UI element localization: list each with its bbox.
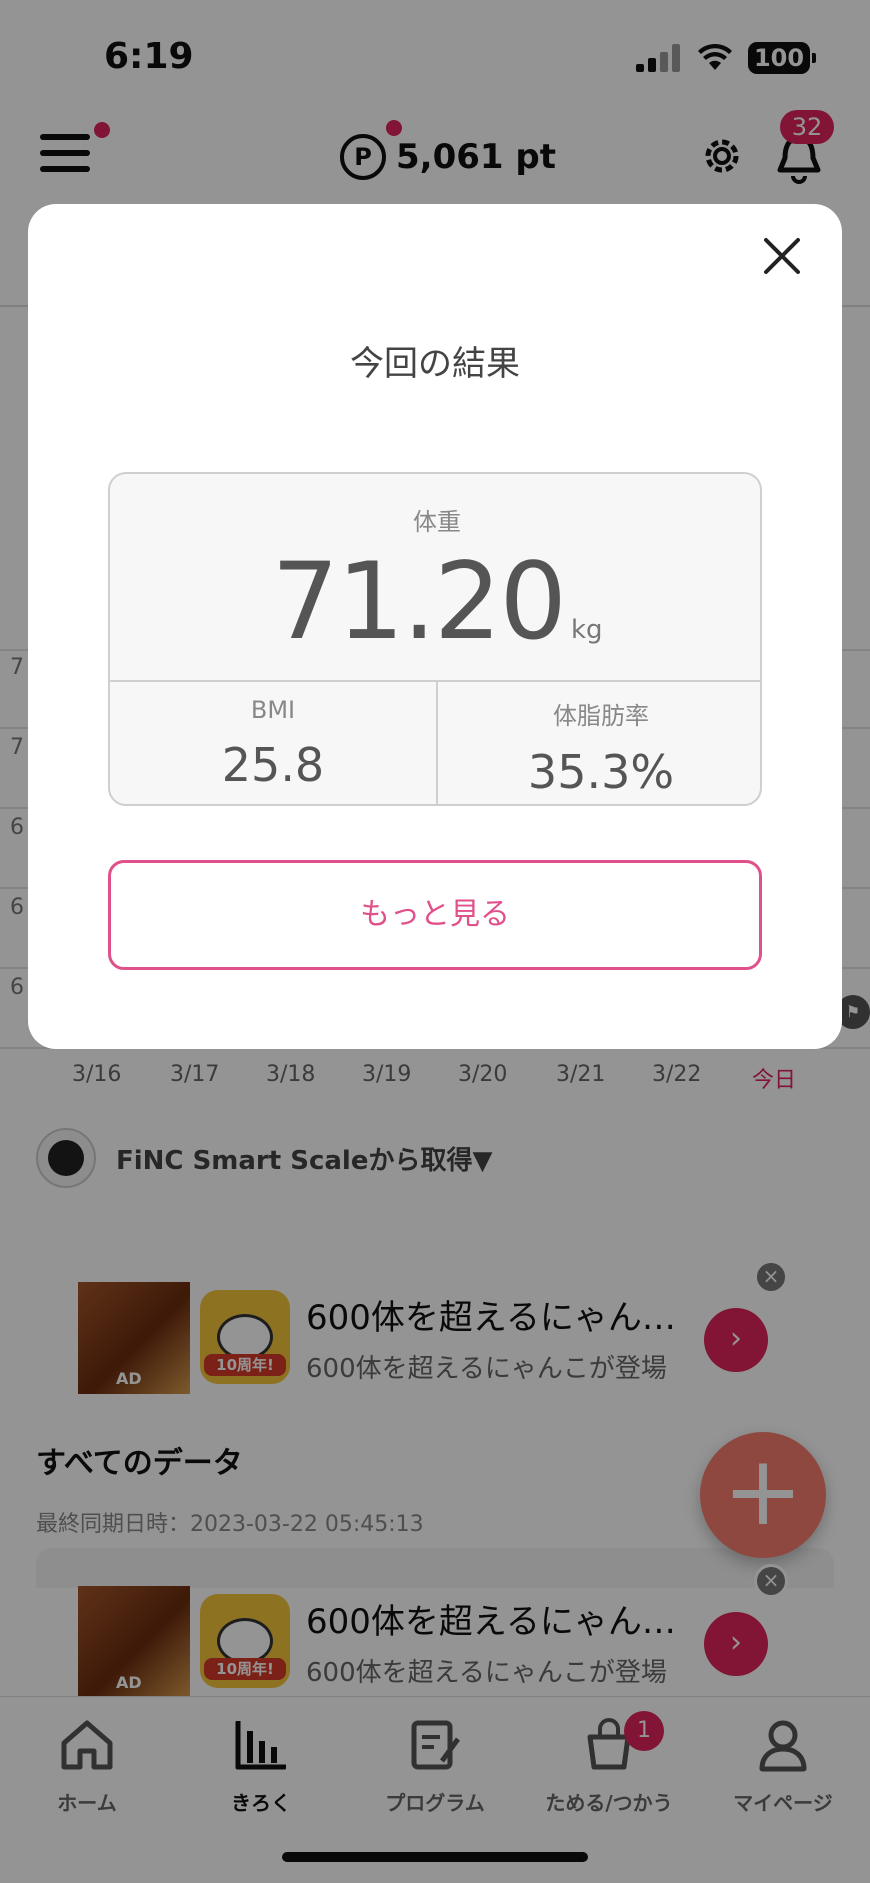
result-modal: 今回の結果 体重 71.20 kg BMI 25.8 体脂肪率 35.3% もっ… (28, 204, 842, 1049)
bmi-value: 25.8 (221, 738, 325, 792)
weight-value: 71.20 (271, 540, 566, 663)
see-more-button[interactable]: もっと見る (108, 860, 762, 970)
bmi-label: BMI (250, 696, 296, 724)
close-icon[interactable] (752, 226, 812, 286)
weight-label: 体重 (413, 508, 461, 536)
weight-unit: kg (570, 615, 603, 645)
result-summary: 体重 71.20 kg BMI 25.8 体脂肪率 35.3% (108, 472, 762, 806)
bmi-metric: BMI 25.8 (110, 696, 436, 792)
body-fat-value: 35.3% (527, 745, 675, 799)
modal-title: 今回の結果 (350, 344, 520, 384)
body-fat-metric: 体脂肪率 35.3% (438, 696, 760, 799)
weight-readout: 71.20 kg (110, 540, 760, 663)
body-fat-label: 体脂肪率 (553, 702, 649, 730)
